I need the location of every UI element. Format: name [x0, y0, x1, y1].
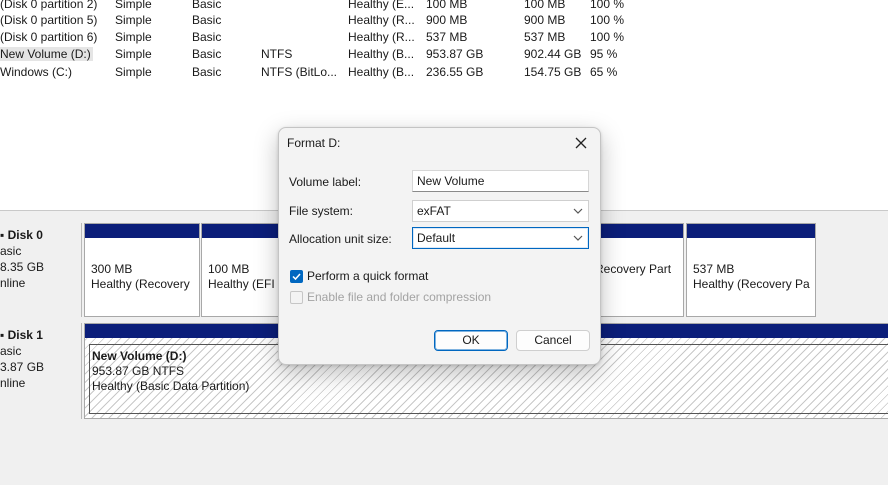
partition-size: 537 MB — [693, 262, 735, 276]
volume-label-input[interactable] — [412, 170, 589, 192]
chevron-down-icon — [573, 208, 583, 214]
volume-name: (Disk 0 partition 5) — [0, 13, 98, 27]
volume-pct: 65 % — [590, 65, 618, 79]
allocation-unit-value: Default — [417, 231, 456, 245]
ok-button[interactable]: OK — [434, 330, 508, 351]
partition-bar — [202, 224, 280, 238]
disk-label-0[interactable]: ▪ Disk 0 asic 8.35 GB nline — [0, 223, 82, 317]
volume-free: 902.44 GB — [524, 47, 582, 61]
disk-state: nline — [0, 276, 26, 290]
file-system-select[interactable]: exFAT — [412, 200, 589, 222]
volume-capacity: 236.55 GB — [426, 65, 484, 79]
partition-size: 300 MB — [91, 262, 133, 276]
file-system-caption: File system: — [289, 204, 354, 218]
cancel-button[interactable]: Cancel — [516, 330, 590, 351]
allocation-unit-caption: Allocation unit size: — [289, 232, 392, 246]
volume-capacity: 900 MB — [426, 13, 468, 27]
volume-name: Windows (C:) — [0, 65, 73, 79]
volume-row[interactable]: (Disk 0 partition 5) Simple Basic Health… — [0, 12, 700, 29]
chevron-down-icon — [573, 235, 583, 241]
volume-layout: Simple — [115, 47, 152, 61]
disk-name: Disk 0 — [7, 228, 43, 242]
disk-state: nline — [0, 376, 26, 390]
volume-status: Healthy (B... — [348, 65, 414, 79]
partition-bar — [687, 224, 815, 238]
format-dialog: Format D: Volume label: File system: exF… — [278, 127, 601, 365]
checkmark-icon — [292, 273, 301, 281]
disk-size: 3.87 GB — [0, 360, 45, 374]
disk-icon: ▪ — [0, 328, 5, 342]
volume-fs: NTFS — [261, 47, 293, 61]
volume-fs: NTFS (BitLo... — [261, 65, 338, 79]
volume-pct: 95 % — [590, 47, 618, 61]
dialog-title: Format D: — [287, 136, 341, 150]
volume-row[interactable]: Windows (C:) Simple Basic NTFS (BitLo...… — [0, 64, 700, 81]
volume-status: Healthy (R... — [348, 30, 414, 44]
volume-row-selected[interactable]: New Volume (D:) Simple Basic NTFS Health… — [0, 46, 700, 63]
file-system-value: exFAT — [417, 204, 451, 218]
volume-pct: 100 % — [590, 13, 625, 27]
volume-free: 900 MB — [524, 13, 566, 27]
volume-capacity: 953.87 GB — [426, 47, 484, 61]
partition-bar — [85, 224, 199, 238]
volume-type: Basic — [192, 65, 222, 79]
compression-checkbox[interactable] — [290, 291, 303, 304]
volume-name: (Disk 0 partition 6) — [0, 30, 98, 44]
disk-icon: ▪ — [0, 228, 5, 242]
volume-free: 537 MB — [524, 30, 566, 44]
close-icon — [575, 137, 587, 149]
partition-status: Healthy (Recovery — [91, 277, 190, 291]
partition-size: 953.87 GB NTFS — [92, 364, 185, 378]
volume-row[interactable]: (Disk 0 partition 6) Simple Basic Health… — [0, 29, 700, 46]
partition-status: Healthy (EFI S — [208, 277, 280, 291]
partition-status: Healthy (Recovery Pa — [693, 277, 810, 291]
disk-type: asic — [0, 244, 22, 258]
volume-type: Basic — [192, 13, 222, 27]
volume-layout: Simple — [115, 30, 152, 44]
volume-free: 154.75 GB — [524, 65, 582, 79]
partition[interactable]: 537 MB Healthy (Recovery Pa — [686, 223, 816, 317]
partition-status: Healthy (Basic Data Partition) — [92, 379, 250, 393]
compression-label: Enable file and folder compression — [307, 290, 492, 304]
volume-layout: Simple — [115, 13, 152, 27]
volume-name: New Volume (D:) — [0, 47, 93, 61]
volume-status: Healthy (B... — [348, 47, 414, 61]
volume-type: Basic — [192, 30, 222, 44]
disk-size: 8.35 GB — [0, 260, 45, 274]
volume-type: Basic — [192, 47, 222, 61]
quick-format-checkbox[interactable] — [290, 270, 303, 283]
close-button[interactable] — [568, 132, 594, 154]
volume-layout: Simple — [115, 65, 152, 79]
allocation-unit-select[interactable]: Default — [412, 227, 589, 249]
partition[interactable]: 300 MB Healthy (Recovery — [84, 223, 200, 317]
volume-label-caption: Volume label: — [289, 175, 362, 189]
partition[interactable]: 100 MB Healthy (EFI S — [201, 223, 281, 317]
disk-type: asic — [0, 344, 22, 358]
disk-label-1[interactable]: ▪ Disk 1 asic 3.87 GB nline — [0, 323, 82, 419]
partition-size: 100 MB — [208, 262, 250, 276]
quick-format-label: Perform a quick format — [307, 269, 429, 283]
disk-name: Disk 1 — [7, 328, 43, 342]
volume-capacity: 537 MB — [426, 30, 468, 44]
volume-pct: 100 % — [590, 30, 625, 44]
volume-status: Healthy (R... — [348, 13, 414, 27]
partition-status: Recovery Part — [595, 262, 672, 276]
